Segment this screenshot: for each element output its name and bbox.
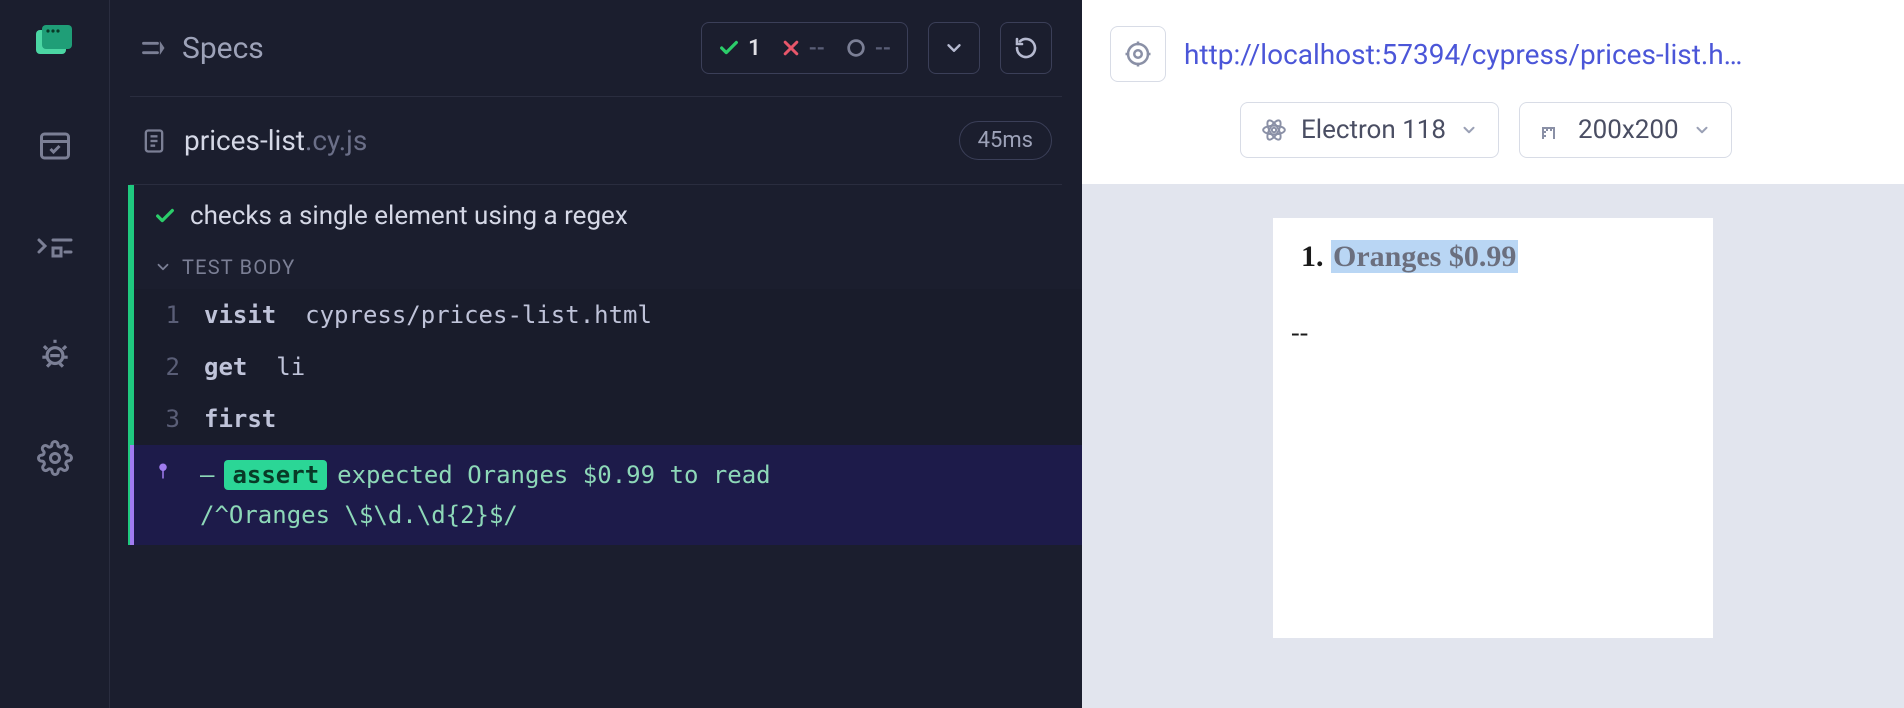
chevron-down-icon: [154, 258, 172, 276]
aut-url[interactable]: http://localhost:57394/cypress/prices-li…: [1184, 38, 1742, 71]
aut-panel: http://localhost:57394/cypress/prices-li…: [1082, 0, 1904, 708]
reporter-panel: Specs 1 -- --: [110, 0, 1082, 708]
debug-nav-icon[interactable]: [33, 332, 77, 376]
cypress-logo-icon[interactable]: [33, 20, 77, 64]
spec-duration: 45ms: [959, 121, 1052, 160]
runs-nav-icon[interactable]: [33, 228, 77, 272]
reporter-header: Specs 1 -- --: [110, 0, 1082, 96]
chevron-down-icon: [1693, 121, 1711, 139]
electron-icon: [1261, 117, 1287, 143]
aut-iframe[interactable]: Oranges $0.99 --: [1273, 218, 1713, 638]
selector-playground-button[interactable]: [1110, 26, 1166, 82]
rerun-button[interactable]: [1000, 22, 1052, 74]
spec-file-name: prices-list: [184, 124, 305, 157]
line-number: 1: [154, 301, 180, 329]
collapse-icon[interactable]: [140, 34, 168, 62]
aut-viewport-area: Oranges $0.99 --: [1082, 184, 1904, 708]
chevron-down-icon: [1460, 121, 1478, 139]
list-item: Oranges $0.99: [1331, 240, 1695, 274]
file-icon: [140, 127, 168, 155]
failed-stat: --: [781, 36, 825, 61]
command-name: visit: [204, 301, 276, 329]
command-arg: li: [276, 353, 305, 381]
highlighted-element: Oranges $0.99: [1331, 240, 1518, 273]
assert-dash: –: [200, 461, 214, 489]
spec-file-row[interactable]: prices-list.cy.js 45ms: [110, 97, 1082, 184]
assert-badge: assert: [224, 460, 327, 490]
command-log: 1 visit cypress/prices-list.html 2 get l…: [134, 289, 1082, 545]
command-row[interactable]: 3 first: [134, 393, 1082, 445]
viewport-label: 200x200: [1578, 115, 1679, 145]
activity-bar: [0, 0, 110, 708]
specs-title: Specs: [182, 31, 264, 66]
command-row-assert[interactable]: – assert expected Oranges $0.99 to read …: [130, 445, 1082, 545]
pending-stat: --: [845, 36, 891, 61]
aut-extra-text: --: [1291, 318, 1695, 348]
specs-nav-icon[interactable]: [33, 124, 77, 168]
command-name: get: [204, 353, 247, 381]
viewport-selector[interactable]: 200x200: [1519, 102, 1732, 158]
test-title: checks a single element using a regex: [190, 201, 628, 231]
browser-selector[interactable]: Electron 118: [1240, 102, 1499, 158]
test-body-label: TEST BODY: [182, 255, 295, 279]
test-title-row[interactable]: checks a single element using a regex: [134, 191, 1082, 241]
prices-list: Oranges $0.99: [1291, 240, 1695, 274]
x-icon: [781, 38, 801, 58]
command-row[interactable]: 2 get li: [134, 341, 1082, 393]
failed-count: --: [809, 36, 825, 61]
test-block: checks a single element using a regex TE…: [128, 185, 1082, 545]
line-number: 2: [154, 353, 180, 381]
pin-icon: [150, 457, 176, 482]
settings-nav-icon[interactable]: [33, 436, 77, 480]
passed-count: 1: [748, 36, 761, 61]
check-icon: [154, 205, 176, 227]
assert-message-1: expected Oranges $0.99 to read: [337, 457, 770, 493]
pending-icon: [845, 37, 867, 59]
command-row[interactable]: 1 visit cypress/prices-list.html: [134, 289, 1082, 341]
check-icon: [718, 37, 740, 59]
line-number: 3: [154, 405, 180, 433]
command-arg: cypress/prices-list.html: [305, 301, 652, 329]
aut-controls: Electron 118 200x200: [1212, 92, 1904, 184]
passed-stat: 1: [718, 36, 761, 61]
command-name: first: [204, 405, 276, 433]
pending-count: --: [875, 36, 891, 61]
spec-file-ext: .cy.js: [305, 124, 367, 157]
test-body-toggle[interactable]: TEST BODY: [134, 241, 1082, 289]
next-button[interactable]: [928, 22, 980, 74]
ruler-icon: [1540, 118, 1564, 142]
aut-url-bar: http://localhost:57394/cypress/prices-li…: [1082, 0, 1904, 92]
assert-message-2: /^Oranges \$\d.\d{2}$/: [200, 497, 771, 533]
test-stats: 1 -- --: [701, 22, 908, 74]
browser-label: Electron 118: [1301, 115, 1446, 145]
